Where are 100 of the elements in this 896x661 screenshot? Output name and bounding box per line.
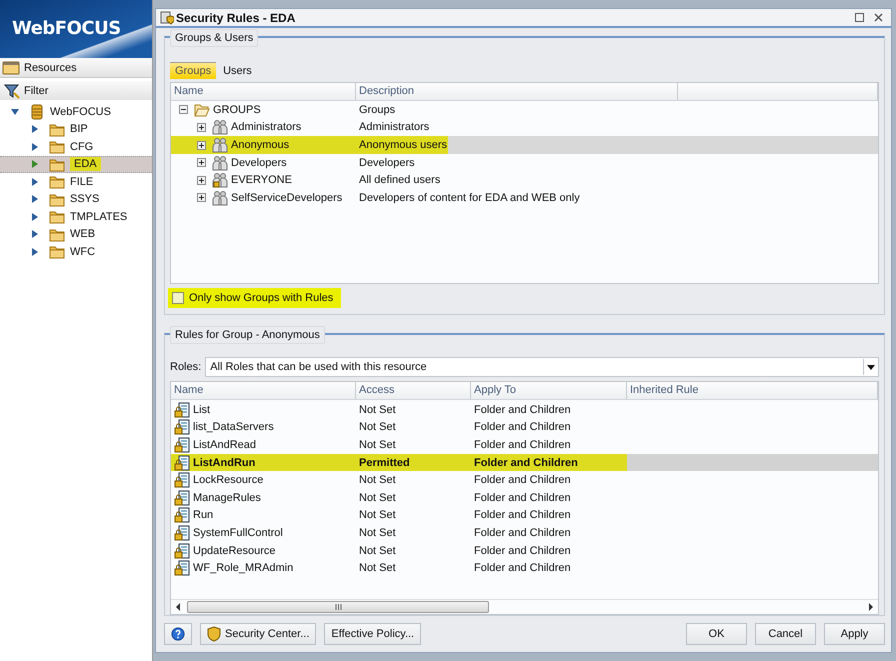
table-cell: Not Set [359,562,396,574]
table-row[interactable]: UpdateResource Not Set Folder and Children [171,542,878,560]
table-cell: Not Set [359,509,396,522]
folder-icon [49,122,65,137]
table-cell: UpdateResource [193,544,276,557]
tab[interactable]: Users [218,62,257,80]
window-title: Security Rules - EDA [176,10,296,25]
security-icon [160,10,174,25]
folder-icon [49,209,65,224]
help-button[interactable] [164,623,192,646]
table-row[interactable]: GROUPS Groups [171,101,878,119]
table-cell: Administrators [359,121,430,134]
table-row[interactable]: ListAndRead Not Set Folder and Children [171,436,878,454]
table-row[interactable]: EVERYONE All defined users [171,171,878,190]
dialog-button[interactable]: Apply [824,623,885,646]
tree-item[interactable]: WEB [0,226,152,243]
role-lock-icon [174,472,190,488]
filter-icon [4,82,20,98]
dialog-button[interactable]: Security Center... [200,623,316,646]
role-lock-icon [174,419,190,436]
table-row[interactable]: LockResource Not Set Folder and Children [171,471,878,490]
table-cell: Folder and Children [474,544,571,557]
table-cell: Folder and Children [474,421,571,434]
database-icon [29,104,45,120]
table-cell: Anonymous users [359,139,448,152]
expand-arrow-icon [30,229,40,240]
tree-item[interactable]: SSYS [0,190,152,208]
table-cell: List [193,404,210,416]
dialog-button[interactable]: Effective Policy... [324,623,422,646]
expand-toggle-icon[interactable] [197,122,206,132]
role-lock-icon [174,525,190,542]
expand-arrow-icon [30,176,40,187]
table-row[interactable]: SystemFullControl Not Set Folder and Children [171,524,878,542]
table-cell: Run [193,509,214,522]
table-cell: Folder and Children [474,509,571,522]
table-row[interactable]: List Not Set Folder and Children [171,401,878,419]
expand-arrow-icon [30,194,40,204]
table-cell: Anonymous [231,139,290,152]
table-row[interactable]: ManageRules Not Set Folder and Children [171,489,878,507]
column-header[interactable]: Name [171,382,356,400]
roles-dropdown[interactable]: All Roles that can be used with this resource [205,357,879,378]
folder-icon [49,139,65,154]
table-cell: SelfServiceDevelopers [231,192,342,204]
field-label: Roles: [170,361,202,374]
tree-item[interactable]: CFG [0,138,152,156]
collapse-arrow-icon [10,106,20,117]
table-cell: Groups [359,104,396,116]
tree-item[interactable]: FILE [0,173,152,190]
expand-toggle-icon[interactable] [197,176,206,185]
column-header[interactable]: Access [356,382,471,400]
expand-arrow-icon [30,159,40,170]
table-cell: Folder and Children [474,527,571,540]
role-lock-icon [174,437,190,454]
expand-arrow-icon [30,246,40,257]
tree-item[interactable]: TMPLATES [0,208,152,226]
table-cell: All defined users [359,174,440,186]
table-cell: WF_Role_MRAdmin [193,562,294,574]
expand-toggle-icon[interactable] [197,158,206,168]
tab[interactable]: Groups [170,62,216,80]
table-cell: ListAndRun [193,456,256,469]
tree-item[interactable]: WebFOCUS [0,103,152,120]
horizontal-scrollbar[interactable] [171,599,878,614]
column-header[interactable]: Name [171,83,356,100]
table-cell: Not Set [359,544,396,557]
collapse-toggle-icon[interactable] [179,105,188,114]
scrollbar-thumb[interactable] [187,601,489,614]
filter-button[interactable]: Filter [0,78,152,100]
checkbox[interactable] [172,292,184,304]
group-icon [212,119,228,136]
grip-icon [334,604,342,610]
table-cell: GROUPS [213,104,261,116]
column-header[interactable]: Inherited Rule [627,382,878,400]
table-cell: Developers of content for EDA and WEB only [359,192,580,204]
role-lock-icon [174,402,190,418]
column-header[interactable]: Description [356,83,678,100]
table-row[interactable]: WF_Role_MRAdmin Not Set Folder and Children [171,559,878,578]
folder-icon [49,226,65,242]
table-row[interactable]: ListAndRun Permitted Folder and Children [171,454,878,472]
tree-item[interactable]: WFC [0,243,152,260]
dialog-button[interactable]: Cancel [755,623,816,646]
expand-toggle-icon[interactable] [197,140,206,150]
group-icon [212,190,228,206]
table-row[interactable]: Administrators Administrators [171,118,878,136]
help-icon [171,626,185,642]
expand-toggle-icon[interactable] [197,193,206,202]
scroll-left-icon [175,603,181,612]
expand-arrow-icon [30,142,40,152]
table-row[interactable]: SelfServiceDevelopers Developers of content for EDA and WEB only [171,189,878,207]
dropdown-arrow-icon [867,364,875,370]
role-lock-icon [174,542,190,559]
table-cell: Not Set [359,474,396,486]
tree-item[interactable]: EDA [0,156,152,173]
table-row[interactable]: Anonymous Anonymous users [171,136,878,154]
table-row[interactable]: Developers Developers [171,154,878,172]
dialog-button[interactable]: OK [686,623,747,646]
column-header[interactable]: Apply To [471,382,627,400]
table-cell: ListAndRead [193,439,256,452]
table-row[interactable]: Run Not Set Folder and Children [171,506,878,524]
table-row[interactable]: list_DataServers Not Set Folder and Children [171,418,878,436]
tree-item[interactable]: BIP [0,120,152,138]
